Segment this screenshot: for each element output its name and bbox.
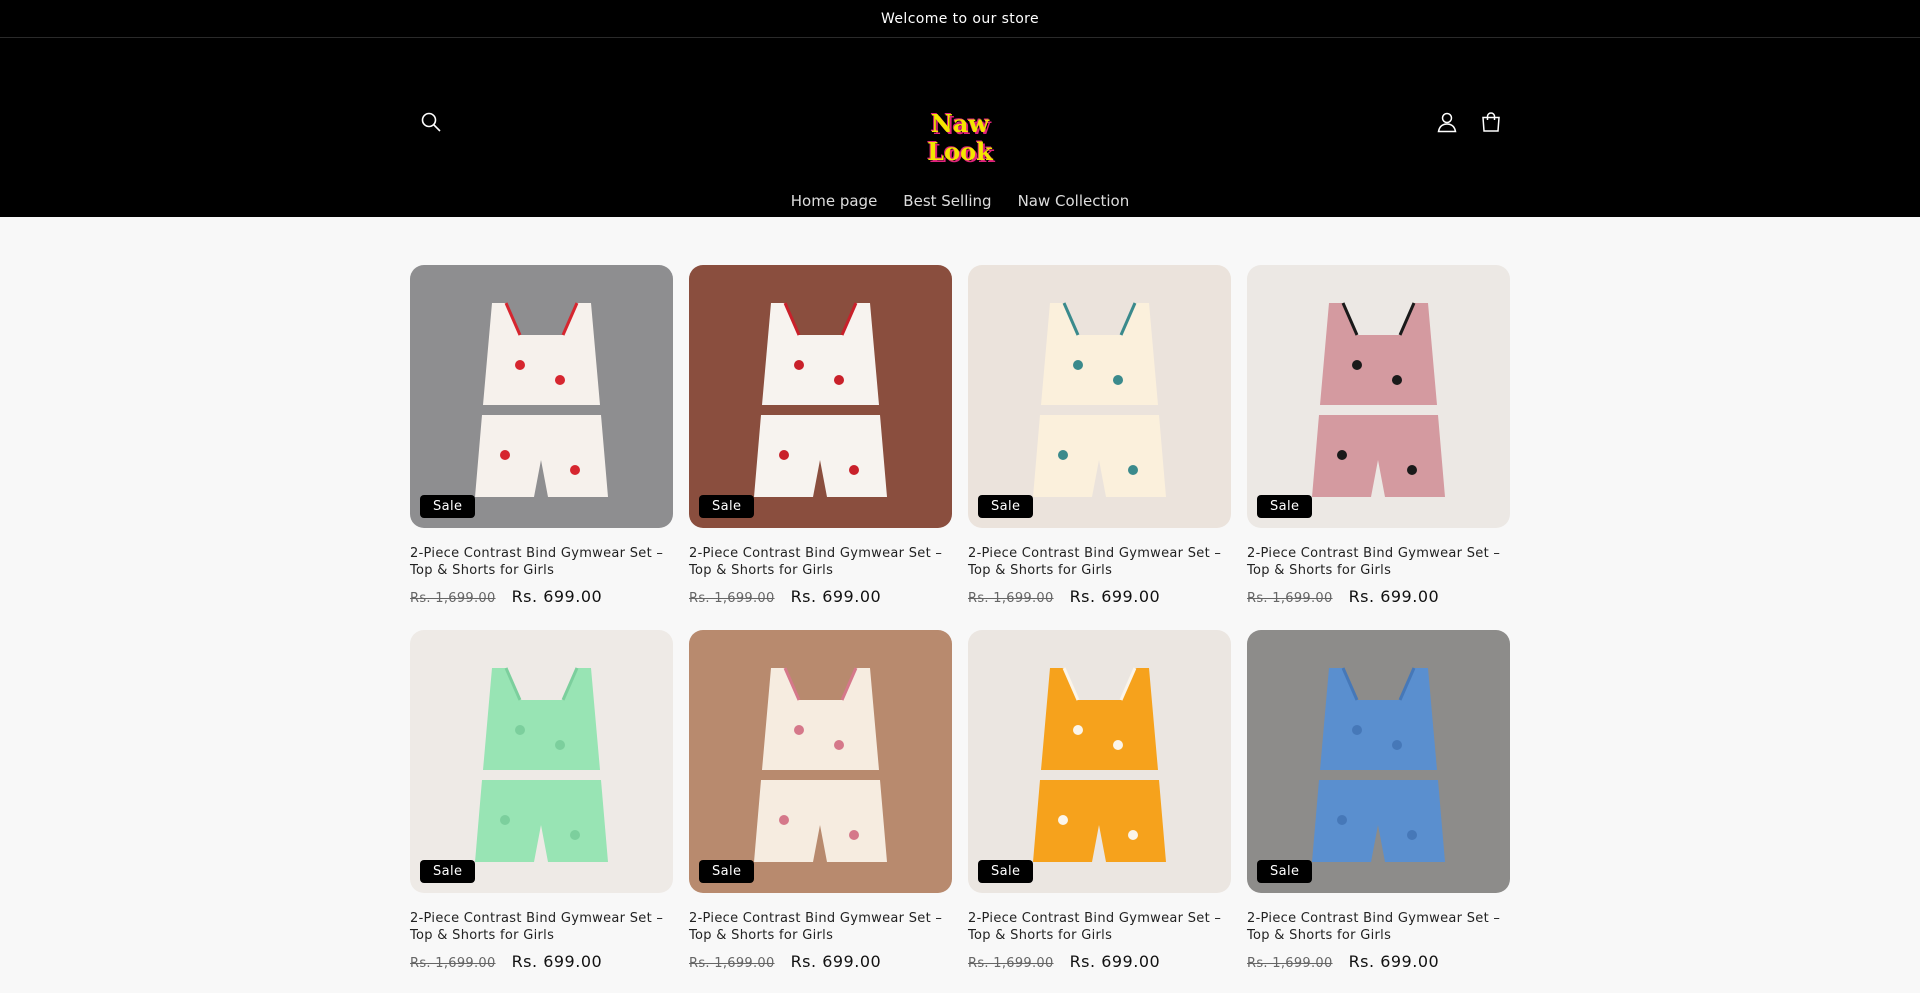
- nav-best-selling[interactable]: Best Selling: [891, 186, 1003, 216]
- sale-badge: Sale: [699, 860, 755, 883]
- product-prices: Rs. 1,699.00 Rs. 699.00: [1247, 952, 1510, 971]
- sale-price: Rs. 699.00: [511, 587, 603, 606]
- product-photo: [410, 630, 673, 893]
- announcement-text: Welcome to our store: [880, 10, 1040, 27]
- main-nav: Home page Best Selling Naw Collection: [0, 186, 1920, 216]
- product-image[interactable]: Sale: [1247, 265, 1510, 528]
- compare-at-price: Rs. 1,699.00: [410, 956, 496, 971]
- compare-at-price: Rs. 1,699.00: [689, 956, 775, 971]
- site-header: Naw Look Home page Best Selling Naw Coll…: [0, 38, 1920, 217]
- sale-price: Rs. 699.00: [1069, 587, 1161, 606]
- sale-badge: Sale: [978, 860, 1034, 883]
- product-photo: [689, 265, 952, 528]
- product-image[interactable]: Sale: [410, 630, 673, 893]
- product-image[interactable]: Sale: [410, 265, 673, 528]
- product-card[interactable]: Sale 2-Piece Contrast Bind Gymwear Set –…: [689, 630, 952, 971]
- product-photo: [689, 630, 952, 893]
- store-logo[interactable]: Naw Look: [922, 110, 998, 166]
- sale-price: Rs. 699.00: [1069, 952, 1161, 971]
- cart-button[interactable]: [1469, 100, 1513, 144]
- announcement-bar: Welcome to our store: [0, 0, 1920, 38]
- product-photo: [968, 630, 1231, 893]
- product-photo: [1247, 630, 1510, 893]
- product-prices: Rs. 1,699.00 Rs. 699.00: [410, 587, 673, 606]
- compare-at-price: Rs. 1,699.00: [968, 956, 1054, 971]
- product-photo: [410, 265, 673, 528]
- sale-price: Rs. 699.00: [790, 952, 882, 971]
- compare-at-price: Rs. 1,699.00: [1247, 591, 1333, 606]
- product-title[interactable]: 2-Piece Contrast Bind Gymwear Set – Top …: [689, 910, 952, 944]
- product-card[interactable]: Sale 2-Piece Contrast Bind Gymwear Set –…: [410, 265, 673, 606]
- sale-badge: Sale: [1257, 495, 1313, 518]
- search-button[interactable]: [409, 100, 453, 144]
- search-icon: [421, 112, 441, 132]
- product-prices: Rs. 1,699.00 Rs. 699.00: [689, 587, 952, 606]
- product-image[interactable]: Sale: [968, 265, 1231, 528]
- product-prices: Rs. 1,699.00 Rs. 699.00: [689, 952, 952, 971]
- product-image[interactable]: Sale: [1247, 630, 1510, 893]
- product-title[interactable]: 2-Piece Contrast Bind Gymwear Set – Top …: [689, 545, 952, 579]
- compare-at-price: Rs. 1,699.00: [410, 591, 496, 606]
- product-photo: [1247, 265, 1510, 528]
- product-card[interactable]: Sale 2-Piece Contrast Bind Gymwear Set –…: [1247, 630, 1510, 971]
- sale-price: Rs. 699.00: [1348, 587, 1440, 606]
- logo-line-2: Look: [927, 137, 993, 166]
- sale-badge: Sale: [699, 495, 755, 518]
- product-card[interactable]: Sale 2-Piece Contrast Bind Gymwear Set –…: [689, 265, 952, 606]
- cart-icon: [1482, 112, 1500, 132]
- sale-price: Rs. 699.00: [511, 952, 603, 971]
- product-title[interactable]: 2-Piece Contrast Bind Gymwear Set – Top …: [1247, 545, 1510, 579]
- product-photo: [968, 265, 1231, 528]
- sale-price: Rs. 699.00: [790, 587, 882, 606]
- product-title[interactable]: 2-Piece Contrast Bind Gymwear Set – Top …: [1247, 910, 1510, 944]
- product-title[interactable]: 2-Piece Contrast Bind Gymwear Set – Top …: [968, 910, 1231, 944]
- nav-home-page[interactable]: Home page: [779, 186, 890, 216]
- product-prices: Rs. 1,699.00 Rs. 699.00: [410, 952, 673, 971]
- product-prices: Rs. 1,699.00 Rs. 699.00: [1247, 587, 1510, 606]
- nav-naw-collection[interactable]: Naw Collection: [1006, 186, 1142, 216]
- compare-at-price: Rs. 1,699.00: [689, 591, 775, 606]
- product-image[interactable]: Sale: [689, 265, 952, 528]
- sale-badge: Sale: [420, 860, 476, 883]
- logo-line-1: Naw: [930, 109, 990, 138]
- product-grid: Sale 2-Piece Contrast Bind Gymwear Set –…: [410, 265, 1510, 971]
- product-card[interactable]: Sale 2-Piece Contrast Bind Gymwear Set –…: [968, 630, 1231, 971]
- product-prices: Rs. 1,699.00 Rs. 699.00: [968, 587, 1231, 606]
- compare-at-price: Rs. 1,699.00: [1247, 956, 1333, 971]
- product-image[interactable]: Sale: [689, 630, 952, 893]
- product-card[interactable]: Sale 2-Piece Contrast Bind Gymwear Set –…: [1247, 265, 1510, 606]
- sale-price: Rs. 699.00: [1348, 952, 1440, 971]
- product-image[interactable]: Sale: [968, 630, 1231, 893]
- product-card[interactable]: Sale 2-Piece Contrast Bind Gymwear Set –…: [968, 265, 1231, 606]
- product-title[interactable]: 2-Piece Contrast Bind Gymwear Set – Top …: [410, 910, 673, 944]
- product-title[interactable]: 2-Piece Contrast Bind Gymwear Set – Top …: [968, 545, 1231, 579]
- compare-at-price: Rs. 1,699.00: [968, 591, 1054, 606]
- account-button[interactable]: [1425, 100, 1469, 144]
- account-icon: [1437, 112, 1457, 133]
- product-title[interactable]: 2-Piece Contrast Bind Gymwear Set – Top …: [410, 545, 673, 579]
- product-prices: Rs. 1,699.00 Rs. 699.00: [968, 952, 1231, 971]
- sale-badge: Sale: [1257, 860, 1313, 883]
- sale-badge: Sale: [978, 495, 1034, 518]
- product-card[interactable]: Sale 2-Piece Contrast Bind Gymwear Set –…: [410, 630, 673, 971]
- sale-badge: Sale: [420, 495, 476, 518]
